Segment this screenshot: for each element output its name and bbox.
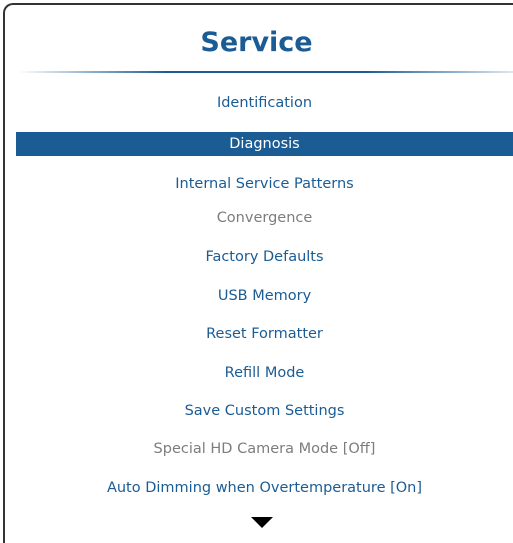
menu-item-internal-service-patterns[interactable]: Internal Service Patterns [16, 172, 513, 196]
menu-item-auto-dimming[interactable]: Auto Dimming when Overtemperature [On] [16, 476, 513, 500]
menu-item-diagnosis[interactable]: Diagnosis [16, 132, 513, 156]
menu-item-refill-mode[interactable]: Refill Mode [16, 361, 513, 385]
menu-item-usb-memory[interactable]: USB Memory [16, 284, 513, 308]
menu-item-reset-formatter[interactable]: Reset Formatter [16, 322, 513, 346]
menu-item-save-custom-settings[interactable]: Save Custom Settings [16, 399, 513, 423]
menu-item-special-hd-camera-mode: Special HD Camera Mode [Off] [153, 441, 376, 457]
service-menu-list: Identification Diagnosis Internal Servic… [0, 0, 513, 539]
menu-item-convergence: Convergence [216, 210, 313, 226]
triangle-down-icon[interactable] [251, 517, 273, 528]
menu-item-identification[interactable]: Identification [16, 91, 513, 115]
menu-item-factory-defaults[interactable]: Factory Defaults [16, 245, 513, 269]
